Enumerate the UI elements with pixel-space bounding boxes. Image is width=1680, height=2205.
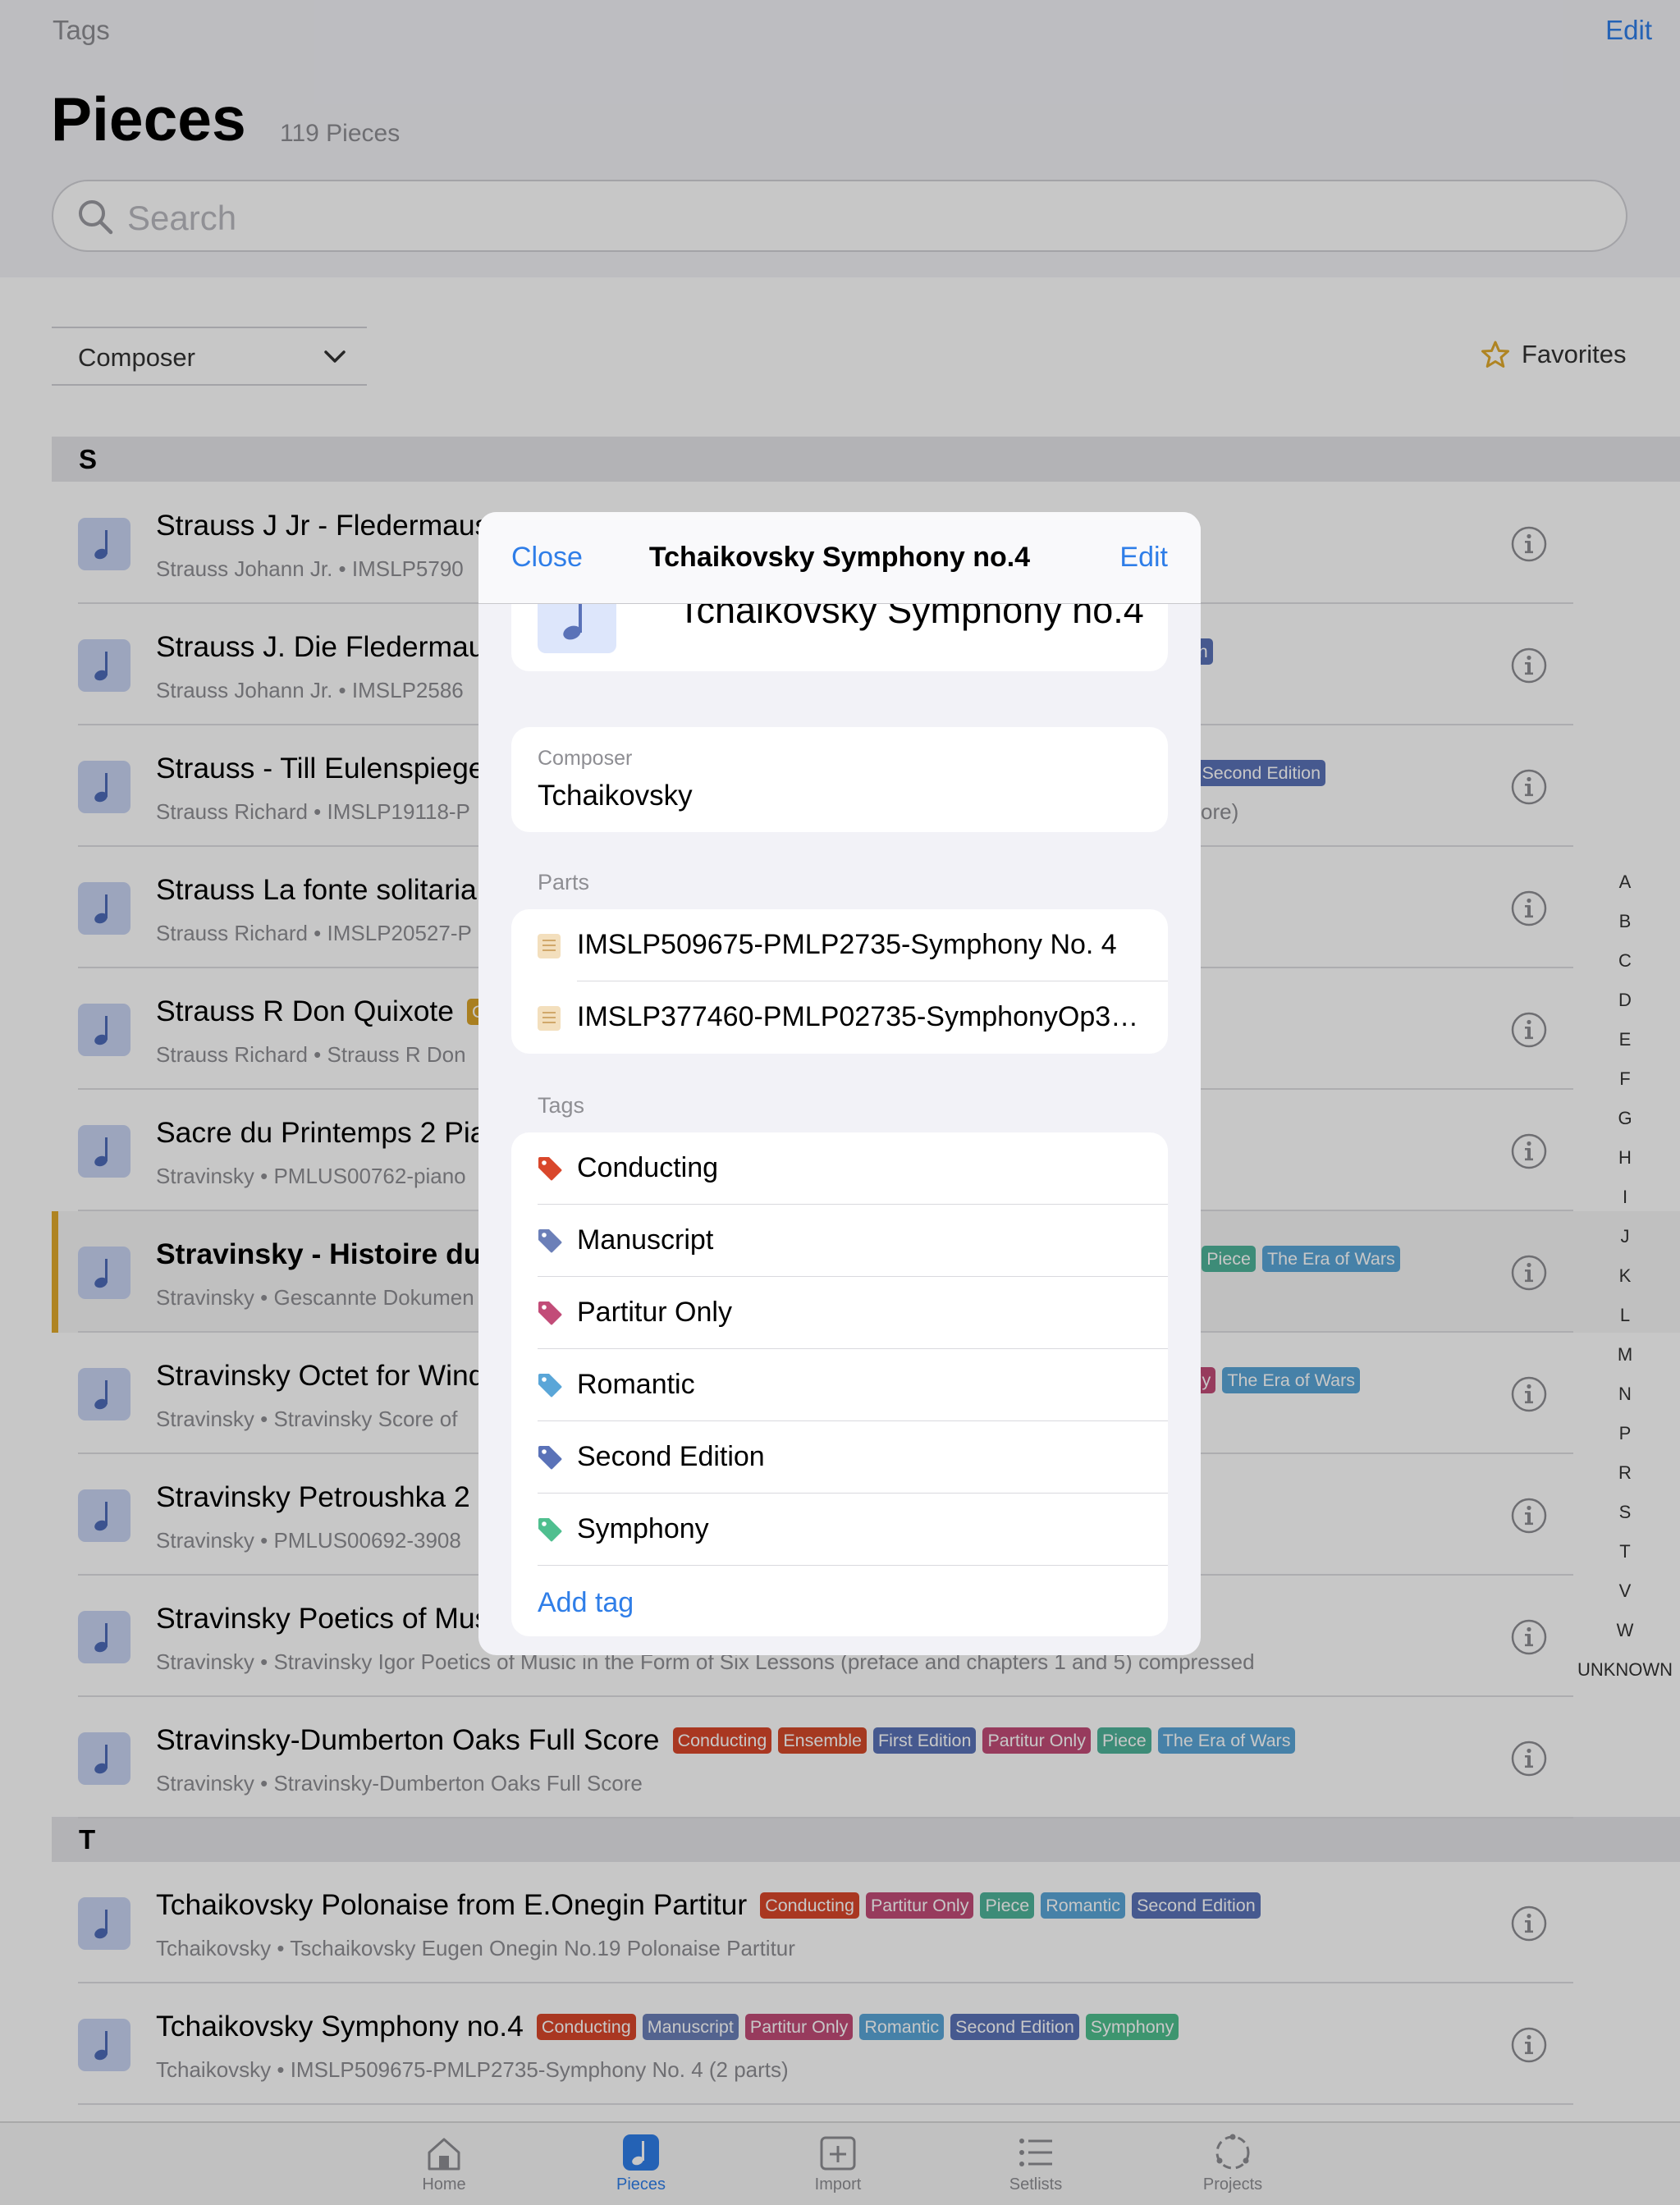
- tag-icon: [538, 1374, 562, 1398]
- tag-name: Symphony: [577, 1513, 709, 1544]
- tag-row[interactable]: Conducting: [511, 1132, 1168, 1205]
- composer-field[interactable]: Composer Tchaikovsky: [511, 727, 1168, 832]
- tag-icon: [538, 1157, 562, 1181]
- tag-row[interactable]: Manuscript: [511, 1205, 1168, 1277]
- tag-icon: [538, 1446, 562, 1470]
- tag-name: Romantic: [577, 1369, 695, 1400]
- parts-label: Parts: [538, 870, 590, 894]
- tag-row[interactable]: Second Edition: [511, 1421, 1168, 1494]
- piece-icon: [538, 604, 616, 653]
- tag-icon: [538, 1229, 562, 1253]
- piece-name: Tchaikovsky Symphony no.4: [678, 604, 1144, 631]
- piece-details-modal: Tchaikovsky Symphony no.4 Close Tchaikov…: [478, 512, 1201, 1655]
- document-icon: [538, 934, 561, 958]
- modal-title: Tchaikovsky Symphony no.4: [648, 542, 1031, 573]
- piece-header-card: Tchaikovsky Symphony no.4: [511, 604, 1168, 671]
- tag-name: Conducting: [577, 1152, 719, 1183]
- part-row[interactable]: IMSLP509675-PMLP2735-Symphony No. 4: [511, 909, 1168, 981]
- add-tag-button[interactable]: Add tag: [538, 1587, 634, 1619]
- tag-icon: [538, 1518, 562, 1542]
- tag-name: Partitur Only: [577, 1297, 732, 1328]
- tag-row[interactable]: Partitur Only: [511, 1277, 1168, 1349]
- modal-edit-button[interactable]: Edit: [1119, 542, 1168, 574]
- tag-row[interactable]: Symphony: [511, 1494, 1168, 1566]
- tag-icon: [538, 1301, 562, 1325]
- part-row[interactable]: IMSLP377460-PMLP02735-SymphonyOp36.Fulls…: [511, 981, 1168, 1054]
- document-icon: [538, 1006, 561, 1031]
- tags-list: Add tag Conducting Manuscript Partitur Onl…: [511, 1132, 1168, 1636]
- tags-label: Tags: [538, 1093, 585, 1118]
- tag-row[interactable]: Romantic: [511, 1349, 1168, 1421]
- part-name: IMSLP377460-PMLP02735-SymphonyOp36.Fulls…: [577, 1001, 1151, 1032]
- modal-header: Close Tchaikovsky Symphony no.4 Edit: [478, 512, 1201, 604]
- composer-value: Tchaikovsky: [538, 780, 693, 812]
- composer-key: Composer: [538, 747, 633, 770]
- tag-separator: [538, 1564, 1168, 1566]
- part-name: IMSLP509675-PMLP2735-Symphony No. 4: [577, 929, 1117, 960]
- parts-list: IMSLP509675-PMLP2735-Symphony No. 4 IMSLP…: [511, 909, 1168, 1054]
- tag-name: Manuscript: [577, 1224, 714, 1256]
- tag-name: Second Edition: [577, 1441, 765, 1472]
